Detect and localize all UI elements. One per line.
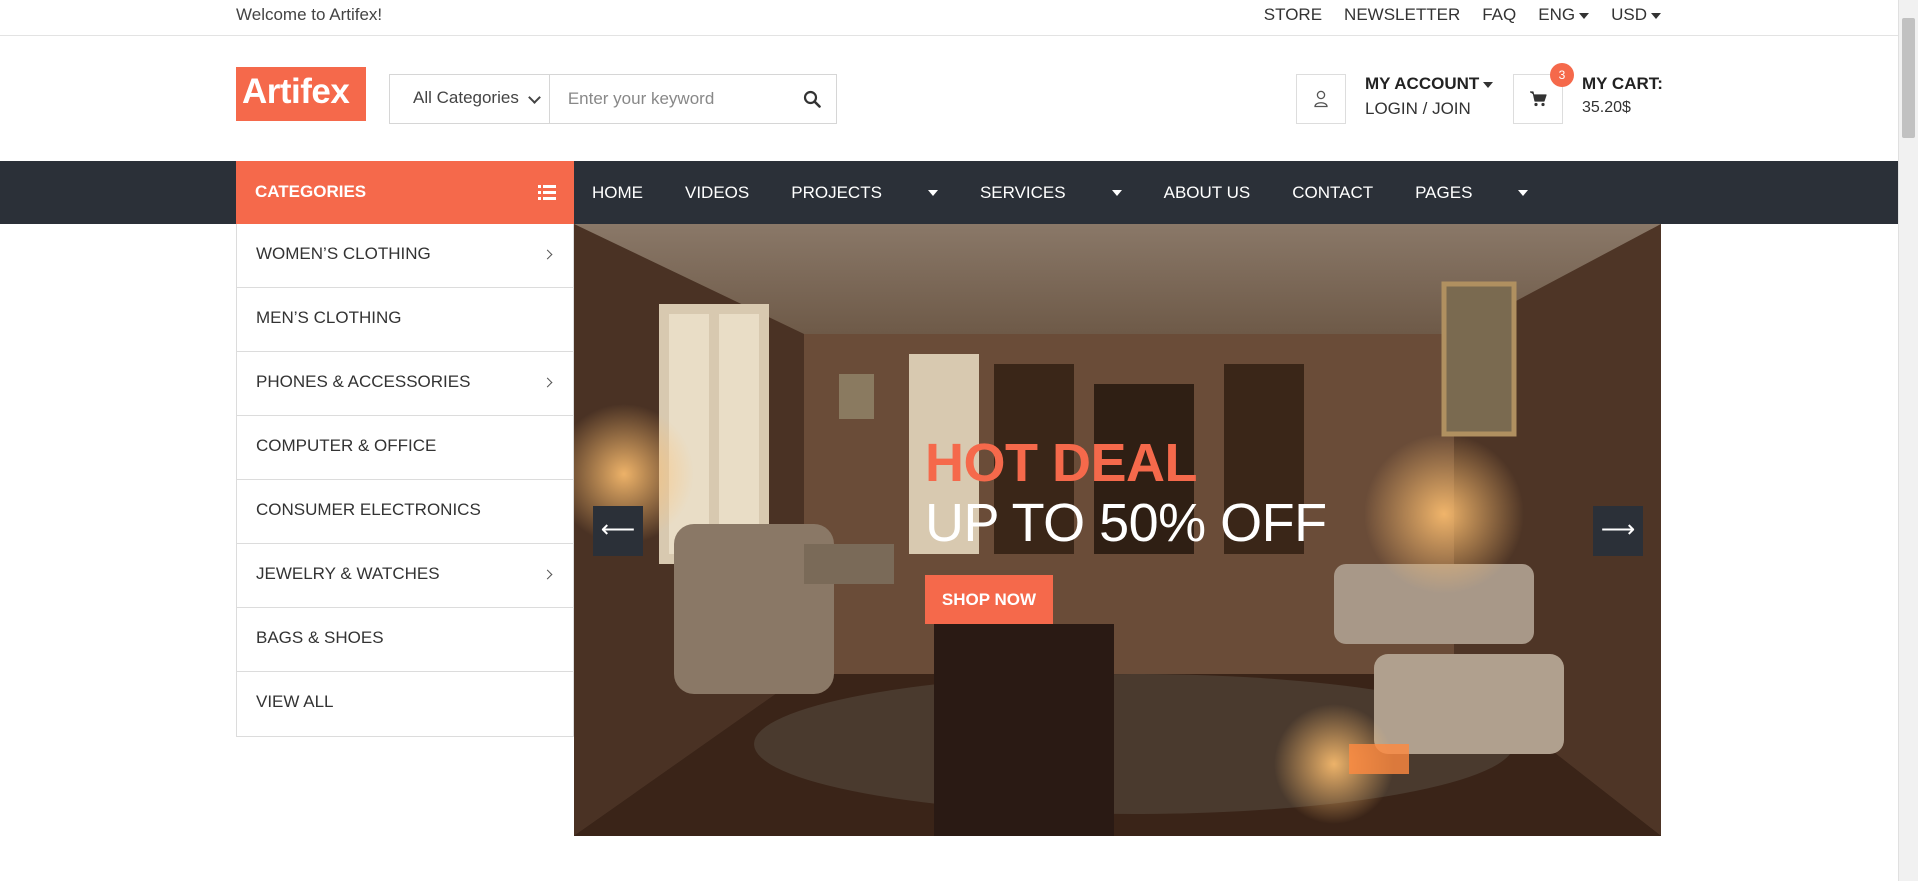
caret-down-icon bbox=[1651, 12, 1661, 19]
sidebar-item-womens-clothing[interactable]: WOMEN’S CLOTHING bbox=[237, 224, 573, 288]
sidebar-item-label: VIEW ALL bbox=[256, 692, 334, 711]
slider-next-button[interactable]: ⟶ bbox=[1593, 506, 1643, 556]
caret-down-icon bbox=[927, 190, 938, 197]
sidebar-item-view-all[interactable]: VIEW ALL bbox=[237, 672, 573, 736]
sidebar-item-jewelry-watches[interactable]: JEWELRY & WATCHES bbox=[237, 544, 573, 608]
sidebar-item-label: WOMEN’S CLOTHING bbox=[256, 244, 431, 263]
chevron-right-icon bbox=[542, 249, 553, 260]
nav-about-us[interactable]: ABOUT US bbox=[1164, 183, 1251, 203]
sidebar-item-label: BAGS & SHOES bbox=[256, 628, 384, 647]
category-sidebar: WOMEN’S CLOTHING MEN’S CLOTHING PHONES &… bbox=[236, 224, 574, 737]
nav-videos[interactable]: VIDEOS bbox=[685, 183, 749, 203]
sidebar-item-label: JEWELRY & WATCHES bbox=[256, 564, 440, 583]
sidebar-item-phones-accessories[interactable]: PHONES & ACCESSORIES bbox=[237, 352, 573, 416]
my-account-menu[interactable]: MY ACCOUNT bbox=[1365, 74, 1494, 94]
caret-down-icon bbox=[1483, 81, 1494, 88]
nav-services-label: SERVICES bbox=[979, 182, 1066, 202]
arrow-left-icon: ⟵ bbox=[600, 516, 636, 543]
user-icon bbox=[1314, 90, 1328, 108]
nav-pages-label: PAGES bbox=[1415, 182, 1473, 202]
nav-projects-label: PROJECTS bbox=[791, 182, 882, 202]
hero-subtitle: UP TO 50% OFF bbox=[925, 493, 1327, 553]
category-select[interactable]: All Categories bbox=[390, 75, 550, 123]
sidebar-item-label: COMPUTER & OFFICE bbox=[256, 436, 437, 455]
categories-toggle[interactable]: CATEGORIES bbox=[236, 161, 574, 224]
hero-title: HOT DEAL bbox=[925, 433, 1198, 493]
top-links: STORE NEWSLETTER FAQ ENG USD bbox=[1264, 5, 1661, 25]
cart-icon bbox=[1530, 91, 1547, 107]
arrow-right-icon: ⟶ bbox=[1600, 516, 1636, 543]
language-label: ENG bbox=[1538, 5, 1576, 24]
store-link[interactable]: STORE bbox=[1264, 5, 1322, 25]
cart-count-badge: 3 bbox=[1550, 63, 1574, 87]
search-bar: All Categories bbox=[389, 74, 837, 124]
sidebar-item-consumer-electronics[interactable]: CONSUMER ELECTRONICS bbox=[237, 480, 573, 544]
nav-contact[interactable]: CONTACT bbox=[1292, 183, 1373, 203]
sidebar-item-label: MEN’S CLOTHING bbox=[256, 308, 402, 327]
top-bar: Welcome to Artifex! STORE NEWSLETTER FAQ… bbox=[0, 0, 1898, 36]
welcome-text: Welcome to Artifex! bbox=[236, 5, 383, 24]
caret-down-icon bbox=[1111, 190, 1122, 197]
currency-selector[interactable]: USD bbox=[1611, 5, 1661, 25]
language-selector[interactable]: ENG bbox=[1538, 5, 1590, 25]
logo[interactable]: Artifex bbox=[236, 67, 366, 121]
hero-slider: HOT DEAL UP TO 50% OFF SHOP NOW ⟵ ⟶ bbox=[574, 224, 1661, 836]
sidebar-item-mens-clothing[interactable]: MEN’S CLOTHING bbox=[237, 288, 573, 352]
sidebar-item-label: PHONES & ACCESSORIES bbox=[256, 372, 471, 391]
nav-pages[interactable]: PAGES bbox=[1415, 182, 1529, 203]
nav-projects[interactable]: PROJECTS bbox=[791, 183, 938, 203]
sidebar-item-bags-shoes[interactable]: BAGS & SHOES bbox=[237, 608, 573, 672]
nav-menu: HOME VIDEOS PROJECTS SERVICES ABOUT US C… bbox=[592, 161, 1570, 224]
my-account-label: MY ACCOUNT bbox=[1365, 74, 1480, 93]
sidebar-item-computer-office[interactable]: COMPUTER & OFFICE bbox=[237, 416, 573, 480]
caret-down-icon bbox=[1518, 190, 1529, 197]
chevron-right-icon bbox=[542, 569, 553, 580]
newsletter-link[interactable]: NEWSLETTER bbox=[1344, 5, 1460, 25]
nav-home[interactable]: HOME bbox=[592, 183, 643, 203]
nav-services[interactable]: SERVICES bbox=[980, 183, 1122, 203]
my-cart-label: MY CART: bbox=[1582, 74, 1663, 93]
category-select-value: All Categories bbox=[413, 88, 519, 107]
shop-now-button[interactable]: SHOP NOW bbox=[925, 575, 1053, 624]
account-button[interactable] bbox=[1296, 74, 1346, 124]
chevron-down-icon bbox=[527, 91, 541, 104]
caret-down-icon bbox=[1579, 12, 1590, 19]
page-scrollbar[interactable] bbox=[1898, 0, 1918, 881]
search-icon bbox=[804, 90, 822, 108]
cart-total: 35.20$ bbox=[1582, 99, 1631, 116]
login-join-link[interactable]: LOGIN / JOIN bbox=[1365, 99, 1471, 119]
faq-link[interactable]: FAQ bbox=[1482, 5, 1516, 25]
chevron-right-icon bbox=[542, 377, 553, 388]
currency-label: USD bbox=[1611, 5, 1647, 24]
slider-prev-button[interactable]: ⟵ bbox=[593, 506, 643, 556]
scrollbar-thumb[interactable] bbox=[1902, 18, 1915, 138]
sidebar-item-label: CONSUMER ELECTRONICS bbox=[256, 500, 481, 519]
categories-label: CATEGORIES bbox=[255, 182, 367, 201]
search-input[interactable] bbox=[549, 75, 789, 123]
list-icon bbox=[538, 185, 556, 200]
search-button[interactable] bbox=[789, 75, 836, 123]
